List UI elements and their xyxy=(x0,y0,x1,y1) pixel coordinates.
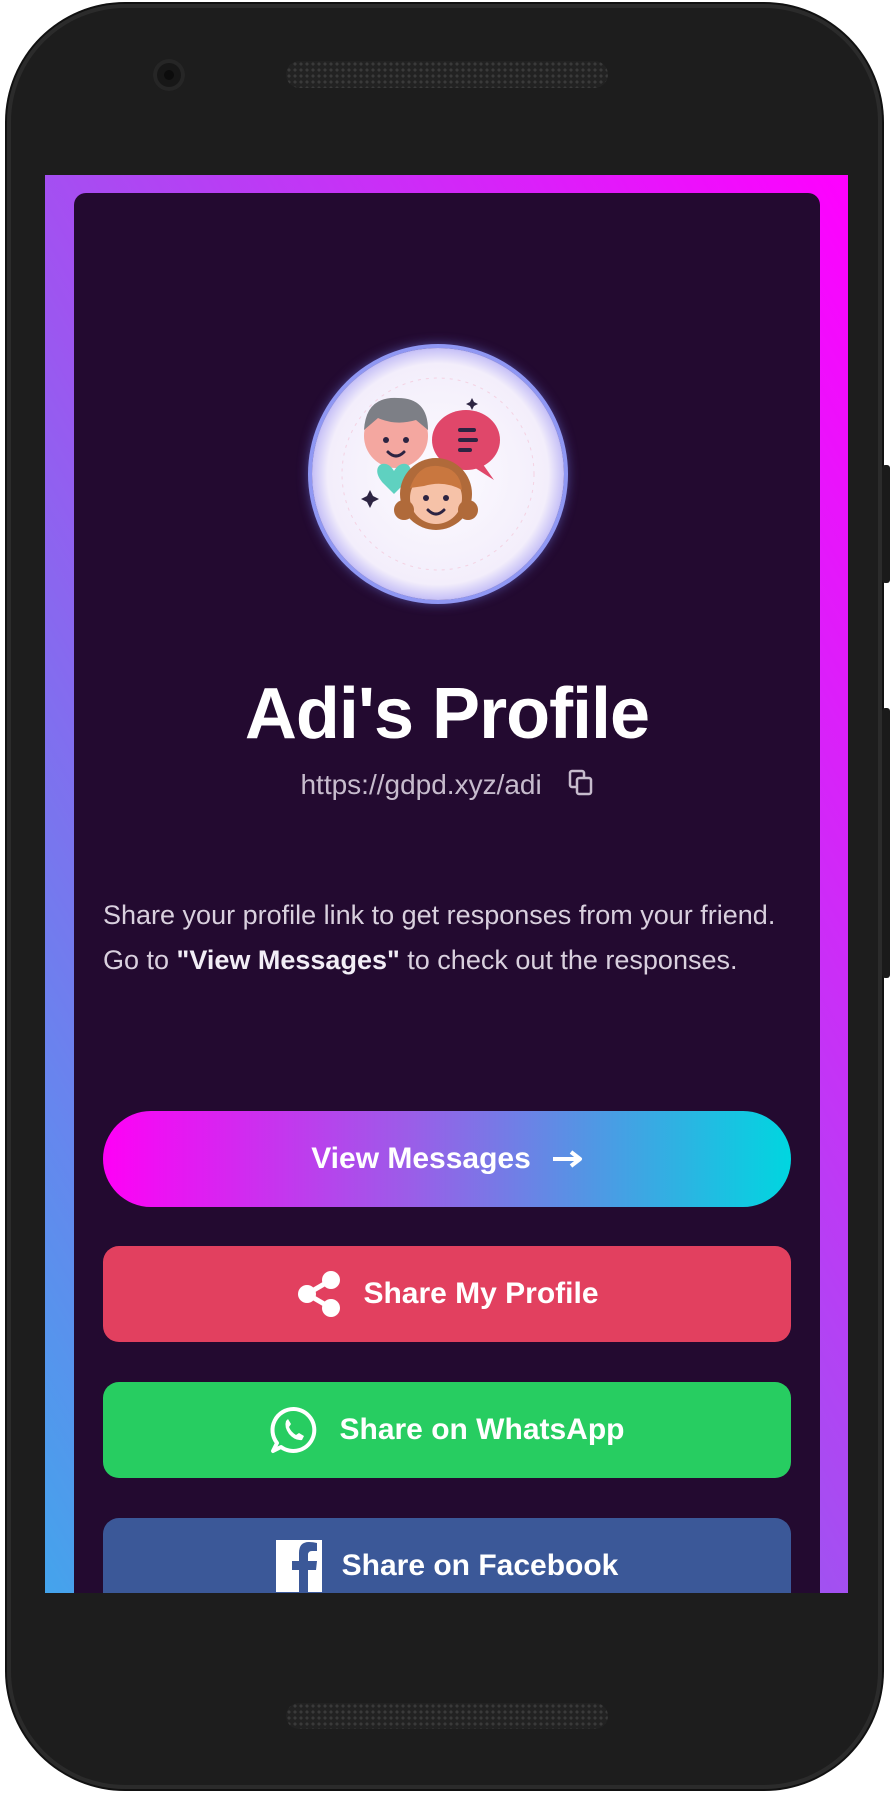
bottom-speaker xyxy=(286,1703,608,1729)
power-button xyxy=(882,708,890,978)
profile-link[interactable]: https://gdpd.xyz/adi xyxy=(300,769,541,800)
profile-card: Adi's Profile https://gdpd.xyz/adi Share… xyxy=(74,193,820,1593)
share-facebook-button[interactable]: Share on Facebook xyxy=(103,1518,791,1593)
screen: Adi's Profile https://gdpd.xyz/adi Share… xyxy=(45,175,848,1593)
share-profile-button[interactable]: Share My Profile xyxy=(103,1246,791,1342)
earpiece-speaker xyxy=(286,61,608,88)
couple-icon xyxy=(341,377,535,571)
arrow-right-icon xyxy=(551,1149,583,1169)
share-icon xyxy=(295,1270,343,1318)
profile-link-row: https://gdpd.xyz/adi xyxy=(74,769,820,804)
view-messages-button[interactable]: View Messages xyxy=(103,1111,791,1207)
page-title: Adi's Profile xyxy=(244,674,650,754)
facebook-icon xyxy=(275,1540,322,1592)
description-text: Share your profile link to get responses… xyxy=(103,900,776,975)
volume-button xyxy=(882,465,890,583)
whatsapp-icon xyxy=(269,1405,319,1455)
share-whatsapp-button[interactable]: Share on WhatsApp xyxy=(103,1382,791,1478)
profile-avatar xyxy=(312,348,564,600)
front-camera xyxy=(153,59,185,91)
copy-icon[interactable] xyxy=(568,769,594,804)
